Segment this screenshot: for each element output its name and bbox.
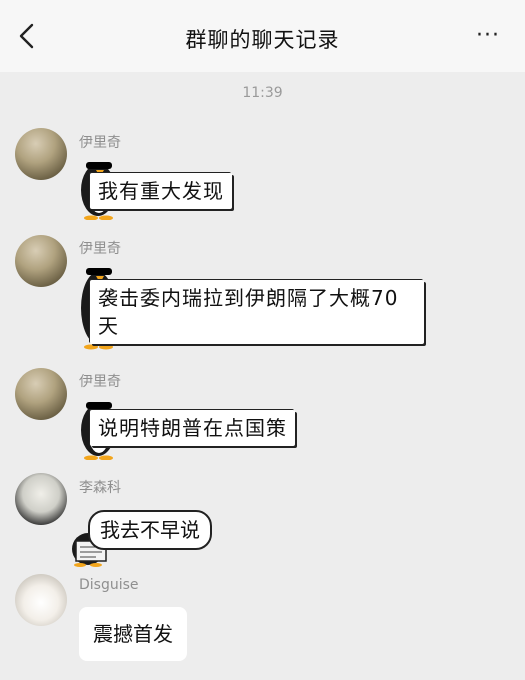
page-title: 群聊的聊天记录 [185,28,340,52]
message-bubble[interactable]: 震撼首发 [79,607,187,661]
message-line: 天 [98,314,119,338]
message-sticker-text[interactable]: 袭击委内瑞拉到伊朗隔了大概70 天 [90,280,424,344]
sender-name: 李森科 [79,480,121,496]
sender-name: Disguise [79,577,139,593]
more-options-icon[interactable]: ··· [473,24,503,48]
nav-bar: 群聊的聊天记录 ··· [0,0,525,72]
message-line: 袭击委内瑞拉到伊朗隔了大概70 [98,286,399,310]
time-divider: 11:39 [242,85,283,101]
avatar[interactable] [15,368,67,420]
sender-name: 伊里奇 [79,241,121,257]
message-sticker-text[interactable]: 我有重大发现 [90,173,232,209]
sender-name: 伊里奇 [79,135,121,151]
message-sticker-text[interactable]: 说明特朗普在点国策 [90,410,295,446]
avatar[interactable] [15,128,67,180]
message-sticker-text[interactable]: 我去不早说 [88,510,212,550]
avatar[interactable] [15,235,67,287]
avatar[interactable] [15,574,67,626]
avatar[interactable] [15,473,67,525]
sender-name: 伊里奇 [79,374,121,390]
